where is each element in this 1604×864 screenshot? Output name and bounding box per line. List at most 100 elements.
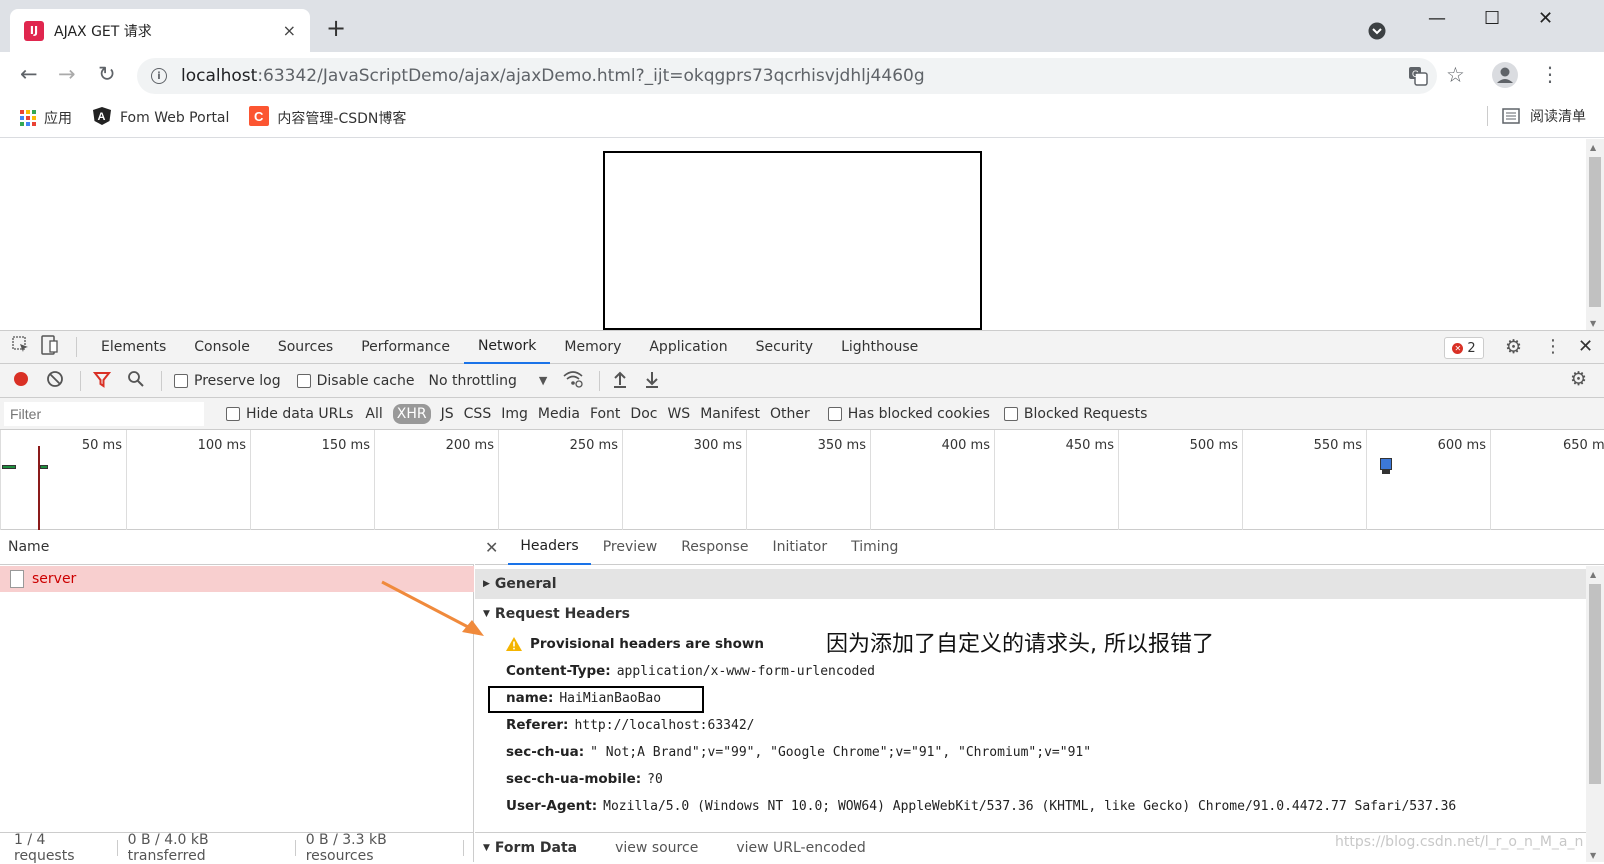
disable-cache-checkbox[interactable] (296, 373, 311, 388)
reload-icon[interactable]: ↻ (98, 62, 116, 86)
bookmark-fom-web-portal[interactable]: A Fom Web Portal (92, 106, 229, 130)
timeline-tick: 400 ms (870, 430, 994, 530)
translate-icon[interactable]: G (1408, 66, 1428, 90)
devtools-tab-network[interactable]: Network (463, 331, 551, 364)
filter-input[interactable] (4, 401, 204, 426)
timeline-bar (40, 465, 48, 469)
forward-arrow-icon[interactable]: → (58, 62, 76, 86)
request-headers-section-header[interactable]: ▼ Request Headers (475, 601, 630, 627)
view-url-encoded-link[interactable]: view URL-encoded (736, 840, 865, 856)
annotation-text: 因为添加了自定义的请求头, 所以报错了 (826, 632, 1214, 657)
svg-text:A: A (98, 111, 106, 123)
filter-icon[interactable] (92, 370, 112, 392)
filter-type-js[interactable]: JS (441, 406, 454, 422)
export-har-icon[interactable] (644, 370, 660, 392)
detail-tab-preview[interactable]: Preview (591, 530, 670, 565)
devtools-tab-sources[interactable]: Sources (264, 331, 347, 364)
blocked-requests-checkbox[interactable] (1003, 406, 1018, 421)
new-tab-button[interactable]: + (326, 16, 346, 40)
network-settings-icon[interactable]: ⚙ (1570, 368, 1587, 390)
general-section-header[interactable]: ▶ General (475, 569, 1586, 599)
apps-grid-icon (20, 109, 36, 126)
devtools-tab-memory[interactable]: Memory (550, 331, 635, 364)
general-label: General (494, 576, 557, 592)
provisional-warning: Provisional headers are shown (506, 636, 770, 652)
csdn-icon: C (249, 105, 270, 130)
record-icon[interactable] (12, 370, 30, 392)
filter-type-xhr[interactable]: XHR (392, 403, 431, 424)
detail-tab-response[interactable]: Response (669, 530, 760, 565)
filter-type-manifest[interactable]: Manifest (700, 406, 760, 422)
close-window-button[interactable]: ✕ (1538, 8, 1553, 29)
bookmarks-bar: 应用 A Fom Web Portal C 内容管理-CSDN博客 (0, 98, 1604, 138)
devtools-tab-security[interactable]: Security (742, 331, 828, 364)
filter-type-ws[interactable]: WS (667, 406, 690, 422)
bookmark-csdn[interactable]: C 内容管理-CSDN博客 (249, 105, 406, 130)
view-source-link[interactable]: view source (615, 840, 698, 856)
back-arrow-icon[interactable]: ← (20, 62, 38, 86)
filter-type-css[interactable]: CSS (464, 406, 492, 422)
devtools-close-icon[interactable]: ✕ (1578, 336, 1593, 357)
devtools-settings-icon[interactable]: ⚙ (1505, 336, 1522, 358)
url-path: :63342/JavaScriptDemo/ajax/ajaxDemo.html… (257, 66, 925, 86)
network-conditions-icon[interactable] (563, 370, 583, 392)
header-row: Content-Type: application/x-www-form-urle… (506, 663, 875, 679)
filter-type-all[interactable]: All (365, 406, 382, 422)
page-content-box (603, 151, 982, 330)
maximize-button[interactable]: ☐ (1484, 8, 1500, 29)
avatar-icon[interactable] (1492, 62, 1518, 92)
filter-bar: Hide data URLs All XHR JS CSS Img Media … (0, 398, 1604, 430)
divider (1487, 106, 1488, 126)
devtools-tab-performance[interactable]: Performance (347, 331, 464, 364)
hide-data-urls-checkbox[interactable] (226, 406, 240, 421)
devtools-tab-bar: Elements Console Sources Performance Net… (0, 330, 1604, 364)
status-resources: 0 B / 3.3 kB resources (305, 831, 387, 864)
device-toolbar-icon[interactable] (40, 335, 58, 359)
error-count-badge[interactable]: ✕ 2 (1444, 337, 1484, 359)
has-blocked-cookies-checkbox[interactable] (827, 406, 842, 421)
preserve-log-checkbox[interactable] (174, 373, 188, 388)
profile-menu-icon[interactable] (1368, 22, 1386, 45)
bookmark-apps[interactable]: 应用 (20, 108, 72, 128)
chrome-menu-icon[interactable]: ⋮ (1540, 62, 1560, 86)
devtools-tab-lighthouse[interactable]: Lighthouse (827, 331, 932, 364)
tab-close-icon[interactable]: × (283, 21, 296, 40)
minimize-button[interactable]: — (1428, 8, 1446, 29)
devtools-tab-application[interactable]: Application (635, 331, 741, 364)
browser-tab[interactable]: IJ AJAX GET 请求 × (10, 9, 310, 52)
dropdown-arrow-icon[interactable]: ▼ (539, 374, 547, 387)
svg-text:C: C (254, 109, 264, 124)
search-icon[interactable] (127, 370, 145, 392)
filter-type-other[interactable]: Other (770, 406, 810, 422)
filter-type-doc[interactable]: Doc (630, 406, 657, 422)
detail-tab-initiator[interactable]: Initiator (760, 530, 839, 565)
has-blocked-cookies-label: Has blocked cookies (847, 405, 990, 422)
timeline-tick: 550 ms (1242, 430, 1366, 530)
address-bar[interactable]: i localhost:63342/JavaScriptDemo/ajax/aj… (137, 58, 1437, 94)
import-har-icon[interactable] (612, 370, 628, 392)
site-info-icon[interactable]: i (151, 68, 167, 84)
inspect-element-icon[interactable] (12, 336, 30, 358)
detail-tab-timing[interactable]: Timing (839, 530, 910, 565)
filter-type-img[interactable]: Img (501, 406, 528, 422)
devtools-tab-elements[interactable]: Elements (87, 331, 180, 364)
clear-icon[interactable] (46, 370, 64, 392)
name-column-header[interactable]: Name (0, 530, 474, 565)
timeline-tick: 200 ms (374, 430, 498, 530)
page-scrollbar[interactable]: ▲ ▼ (1586, 139, 1604, 330)
detail-tab-headers[interactable]: Headers (508, 530, 591, 565)
filter-type-media[interactable]: Media (538, 406, 580, 422)
bookmark-star-icon[interactable]: ☆ (1446, 63, 1465, 87)
close-detail-icon[interactable]: ✕ (475, 538, 508, 557)
reading-list-button[interactable]: 阅读清单 (1487, 106, 1586, 126)
devtools-more-icon[interactable]: ⋮ (1544, 336, 1562, 357)
header-row: User-Agent: Mozilla/5.0 (Windows NT 10.0;… (506, 798, 1457, 814)
detail-scrollbar[interactable]: ▲ ▼ (1586, 566, 1604, 862)
filter-type-font[interactable]: Font (590, 406, 620, 422)
bookmark-label: Fom Web Portal (120, 109, 230, 126)
network-toolbar: Preserve log Disable cache No throttling… (0, 364, 1604, 398)
timeline-overview[interactable]: 50 ms 100 ms 150 ms 200 ms 250 ms 300 ms… (0, 430, 1604, 530)
timeline-tick: 150 ms (250, 430, 374, 530)
throttling-select[interactable]: No throttling (428, 373, 516, 389)
devtools-tab-console[interactable]: Console (180, 331, 264, 364)
